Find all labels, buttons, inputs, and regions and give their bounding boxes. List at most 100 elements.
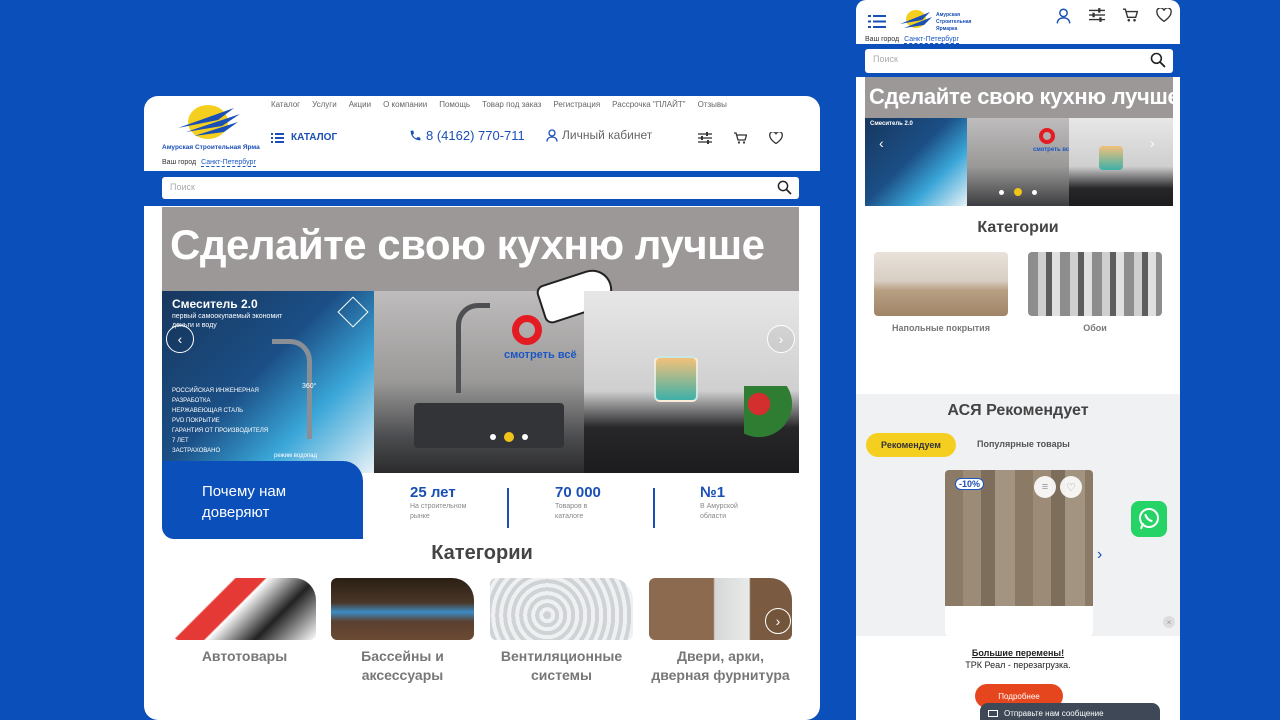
nav-services[interactable]: Услуги — [312, 100, 337, 109]
search-bar[interactable]: Поиск — [865, 49, 1173, 73]
category-name: Автотовары — [201, 648, 288, 664]
category-name: Обои — [1083, 323, 1107, 333]
waterfall-mode-label: режим водопад — [274, 453, 318, 459]
rotation-label: 360° — [302, 383, 317, 390]
pagination-dot-active[interactable] — [504, 432, 514, 442]
phone-link[interactable]: 8 (4162) 770-711 — [409, 128, 525, 143]
pagination-dot[interactable] — [522, 434, 528, 440]
category-card-auto[interactable]: Автотовары — [173, 578, 316, 666]
stat-divider — [507, 488, 509, 528]
category-image — [1028, 252, 1162, 316]
top-navigation: Каталог Услуги Акции О компании Помощь Т… — [271, 100, 739, 109]
search-placeholder: Поиск — [873, 54, 898, 64]
city-selector: Ваш город Санкт-Петербург — [162, 159, 256, 167]
filter-icon[interactable] — [1089, 8, 1105, 22]
svg-text:Ярмарка: Ярмарка — [936, 26, 958, 32]
nav-catalog[interactable]: Каталог — [271, 100, 300, 109]
category-name: Бассейны и аксессуары — [361, 648, 444, 683]
category-card-flooring[interactable]: Напольные покрытия — [874, 252, 1008, 333]
nav-help[interactable]: Помощь — [439, 100, 470, 109]
chat-widget[interactable]: Отправьте нам сообщение — [980, 703, 1160, 720]
site-logo[interactable]: Амурская Строительная Ярмарка — [160, 102, 260, 156]
vegetables-image — [744, 386, 794, 446]
mixer-title: Смеситель 2.0 — [870, 121, 913, 127]
stat-label: Товаров в каталоге — [555, 503, 588, 520]
banner-prev-button[interactable]: ‹ — [166, 325, 194, 353]
category-card-wallpaper[interactable]: Обои — [1028, 252, 1162, 333]
glass-image — [654, 356, 698, 402]
heart-icon[interactable] — [769, 132, 783, 144]
nav-installment[interactable]: Рассрочка "ПЛАЙТ" — [612, 100, 685, 109]
city-link[interactable]: Санкт-Петербург — [904, 36, 959, 44]
city-label: Ваш город — [162, 159, 197, 166]
mobile-header-right — [1056, 8, 1172, 24]
nav-about[interactable]: О компании — [383, 100, 427, 109]
chevron-right-icon[interactable]: › — [1150, 135, 1155, 151]
mixer-feature: ГАРАНТИЯ ОТ ПРОИЗВОДИТЕЛЯ 7 ЛЕТ — [172, 428, 269, 444]
user-icon — [546, 128, 558, 142]
svg-text:Строительная: Строительная — [936, 19, 972, 25]
pagination-dot[interactable] — [490, 434, 496, 440]
chevron-right-icon[interactable]: › — [1097, 546, 1102, 564]
pagination-dot[interactable] — [1032, 189, 1037, 195]
category-name: Двери, арки, дверная фурнитура — [651, 648, 790, 683]
search-placeholder: Поиск — [170, 182, 195, 192]
hero-banner[interactable]: Сделайте свою кухню лучше Смеситель 2.0 … — [162, 207, 799, 473]
mixer-feature: PVD ПОКРЫТИЕ — [172, 418, 220, 424]
nav-promotions[interactable]: Акции — [349, 100, 371, 109]
mixer-feature: ЗАСТРАХОВАНО — [172, 448, 221, 454]
city-selector: Ваш город Санкт-Петербург — [865, 36, 959, 44]
category-card-pools[interactable]: Бассейны и аксессуары — [331, 578, 474, 685]
banner-panel-sink: смотреть всё — [374, 264, 618, 473]
whatsapp-glyph-icon — [1139, 508, 1159, 530]
tab-recommended[interactable]: Рекомендуем — [866, 433, 956, 457]
city-link[interactable]: Санкт-Петербург — [201, 159, 256, 167]
categories-next-button[interactable]: › — [765, 608, 791, 634]
see-all-link[interactable]: смотреть всё — [504, 349, 577, 361]
mail-icon — [988, 709, 998, 717]
mixer-brand-mark-icon — [337, 296, 369, 328]
stat-label: На строительном рынке — [410, 503, 467, 520]
see-all-link[interactable]: смотреть всё — [1033, 147, 1073, 153]
hero-banner[interactable]: Сделайте свою кухню лучше Смеситель 2.0 … — [865, 77, 1180, 206]
banner-panel-mixer: Смеситель 2.0 — [865, 118, 967, 206]
search-bar[interactable]: Поиск — [162, 177, 799, 199]
search-icon[interactable] — [1150, 52, 1166, 68]
filter-icon[interactable] — [698, 132, 712, 144]
pagination-dot[interactable] — [999, 189, 1004, 195]
whatsapp-icon[interactable] — [1131, 501, 1167, 537]
tab-popular[interactable]: Популярные товары — [977, 439, 1070, 449]
heart-icon[interactable]: ♡ — [1060, 476, 1082, 498]
banner-panel-mixer: Смеситель 2.0 первый самоокупаемый эконо… — [162, 291, 374, 473]
category-image — [490, 578, 633, 640]
stat-years: 25 лет На строительном рынке — [410, 484, 485, 522]
category-image — [173, 578, 316, 640]
stat-value: 25 лет — [410, 484, 456, 501]
account-link[interactable]: Личный кабинет — [546, 128, 652, 142]
chevron-left-icon[interactable]: ‹ — [879, 135, 884, 151]
compare-icon[interactable]: ≡ — [1034, 476, 1056, 498]
close-icon[interactable]: × — [1163, 616, 1175, 628]
banner-next-button[interactable]: › — [767, 325, 795, 353]
faucet-image — [456, 303, 490, 393]
category-card-ventilation[interactable]: Вентиляционные системы — [490, 578, 633, 685]
svg-text:Амурская: Амурская — [936, 12, 960, 18]
pagination-dot-active[interactable] — [1014, 188, 1022, 196]
catalog-button[interactable]: КАТАЛОГ — [271, 132, 337, 143]
menu-icon — [271, 132, 284, 143]
chat-label: Отправьте нам сообщение — [1004, 708, 1104, 718]
nav-order[interactable]: Товар под заказ — [482, 100, 541, 109]
user-icon[interactable] — [1056, 8, 1071, 24]
phone-icon — [410, 130, 421, 141]
site-logo[interactable]: Амурская Строительная Ярмарка — [900, 8, 974, 34]
popup-title[interactable]: Большие перемены! — [856, 648, 1180, 658]
search-icon[interactable] — [777, 180, 792, 195]
nav-reviews[interactable]: Отзывы — [698, 100, 727, 109]
cart-icon[interactable] — [734, 132, 747, 144]
nav-register[interactable]: Регистрация — [553, 100, 600, 109]
cart-icon[interactable] — [1123, 8, 1138, 22]
heart-icon[interactable] — [1156, 8, 1172, 22]
product-card[interactable]: -10% ≡ ♡ — [945, 470, 1093, 636]
banner-headline: Сделайте свою кухню лучше — [170, 221, 765, 268]
menu-icon[interactable] — [868, 14, 886, 28]
